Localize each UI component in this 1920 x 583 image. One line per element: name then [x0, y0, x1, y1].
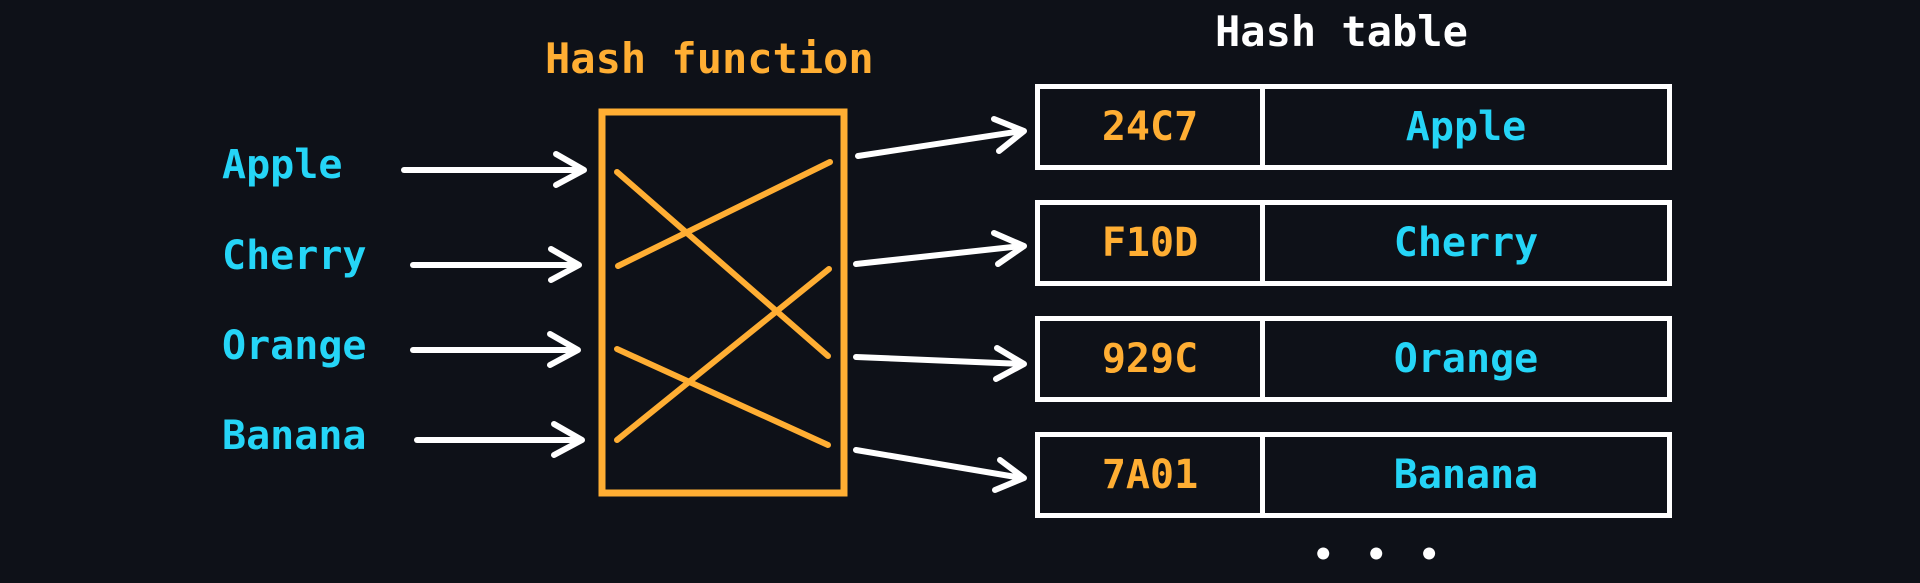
- output-arrow-row-4: [853, 447, 1027, 493]
- wire-orange: [614, 346, 831, 448]
- hash-code-cell: F10D: [1040, 205, 1265, 281]
- value-cell: Orange: [1393, 336, 1539, 382]
- hash-table-diagram: Hash function Hash table Apple Cherry Or…: [0, 0, 1920, 583]
- hash-table-row: 24C7 Apple: [1035, 84, 1672, 170]
- wire-banana: [614, 266, 832, 443]
- more-rows-ellipsis: • • •: [1313, 535, 1446, 575]
- input-key-cherry: Cherry: [222, 233, 367, 279]
- input-arrow-cherry: [410, 246, 582, 283]
- wire-apple: [614, 169, 831, 359]
- hash-table-row: 929C Orange: [1035, 316, 1672, 402]
- hash-code-cell: 7A01: [1040, 437, 1265, 513]
- hash-table-row: 7A01 Banana: [1035, 432, 1672, 518]
- hash-function-title: Hash function: [545, 34, 874, 83]
- input-arrow-apple: [401, 151, 587, 188]
- hash-code-cell: 24C7: [1040, 89, 1265, 165]
- input-arrow-banana: [414, 421, 585, 458]
- value-cell: Apple: [1405, 104, 1527, 150]
- input-key-orange: Orange: [222, 323, 367, 369]
- wire-cherry: [615, 159, 833, 269]
- input-key-apple: Apple: [222, 142, 343, 188]
- input-key-banana: Banana: [222, 413, 367, 459]
- output-arrows: [853, 116, 1027, 493]
- input-arrows: [401, 151, 587, 458]
- hash-table-title: Hash table: [1215, 7, 1468, 56]
- input-arrow-orange: [410, 331, 581, 368]
- hash-function-wiring: [614, 159, 833, 448]
- output-arrow-row-1: [855, 116, 1027, 159]
- output-arrow-row-3: [853, 345, 1027, 382]
- hash-table-row: F10D Cherry: [1035, 200, 1672, 286]
- value-cell: Banana: [1393, 452, 1539, 498]
- hash-code-cell: 929C: [1040, 321, 1265, 397]
- value-cell: Cherry: [1393, 220, 1539, 266]
- output-arrow-row-2: [853, 230, 1027, 267]
